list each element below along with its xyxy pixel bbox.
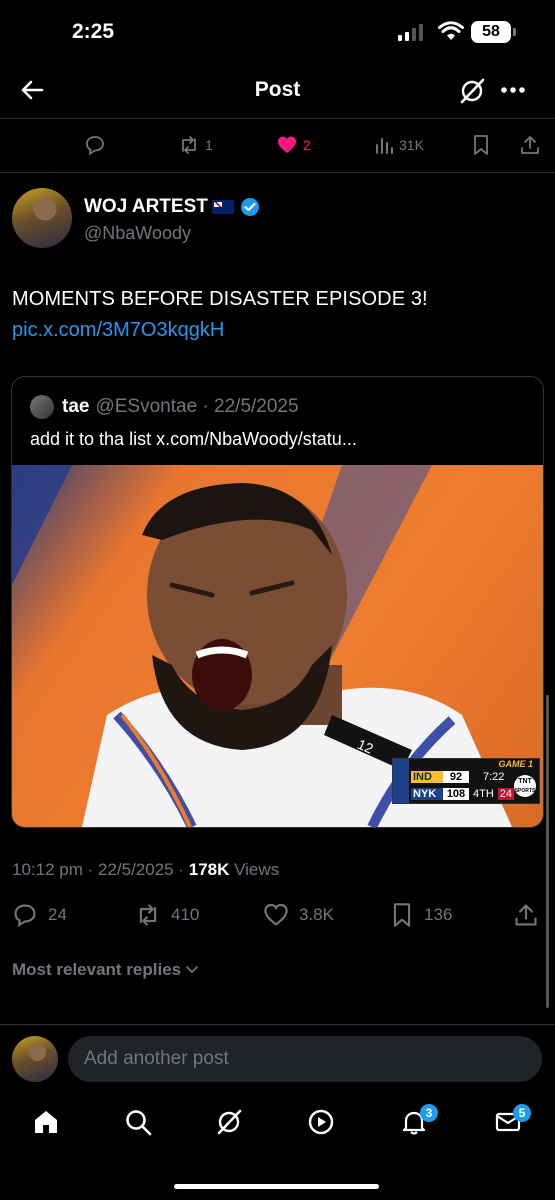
reply-button[interactable]: 24: [12, 903, 67, 928]
quoted-author-meta: @ESvontae · 22/5/2025: [95, 396, 299, 417]
post-timestamp-views: 10:12 pm · 22/5/2025 · 178K Views: [12, 860, 279, 880]
author-handle[interactable]: @NbaWoody: [84, 223, 191, 244]
post-media-link[interactable]: pic.x.com/3M7O3kqgkH: [12, 319, 224, 342]
reply-count: 24: [48, 905, 67, 924]
parent-like-button[interactable]: 2: [276, 133, 311, 157]
team2-name: NYK: [411, 788, 443, 800]
heart-filled-icon: [278, 136, 296, 153]
search-icon[interactable]: [124, 1108, 152, 1136]
scorebug: GAME 1 IND 92 7:22 NYK 108 4TH 24 TNT SPO…: [392, 758, 540, 804]
reply-divider: [0, 1024, 555, 1025]
author-name: WOJ ARTEST: [84, 196, 208, 217]
game-quarter: 4TH: [473, 788, 494, 800]
parent-reply-button[interactable]: [84, 133, 106, 157]
more-options-icon[interactable]: [500, 86, 526, 94]
replies-sort-label: Most relevant replies: [12, 960, 182, 979]
author-avatar[interactable]: [12, 188, 72, 248]
tnt-logo: TNT SPORTS: [514, 775, 536, 797]
like-count: 3.8K: [299, 905, 334, 924]
team1-name: IND: [411, 771, 443, 783]
bookmark-icon: [474, 135, 488, 155]
quoted-post-header: tae @ESvontae · 22/5/2025: [30, 395, 299, 419]
quoted-post-image[interactable]: 12 GAME 1 IND 92 7:22 NYK 108 4TH 24 TNT…: [12, 465, 543, 827]
battery-cap: [513, 28, 516, 36]
messages-badge: 5: [513, 1104, 531, 1122]
home-indicator: [174, 1184, 379, 1189]
views-label: Views: [234, 860, 280, 879]
share-button[interactable]: [514, 903, 538, 927]
reply-icon: [86, 136, 104, 156]
bookmark-button[interactable]: 136: [390, 903, 452, 927]
grok-icon[interactable]: [215, 1108, 243, 1136]
australia-flag-icon: [211, 200, 234, 214]
wifi-icon: [438, 21, 464, 40]
bookmark-icon: [393, 903, 411, 927]
video-play-icon[interactable]: [307, 1108, 335, 1136]
share-icon: [521, 136, 539, 154]
chevron-down-icon: [186, 966, 199, 974]
author-name-row[interactable]: WOJ ARTEST: [84, 196, 260, 218]
header-divider: [0, 118, 555, 119]
verified-badge-icon: [240, 198, 259, 216]
repost-count: 410: [171, 905, 200, 924]
quoted-author-name: tae: [62, 396, 90, 417]
heart-outline-icon: [264, 903, 288, 926]
shot-clock: 24: [497, 788, 515, 800]
post-timestamp: 10:12 pm · 22/5/2025 ·: [12, 860, 185, 879]
parent-views-button[interactable]: 31K: [374, 133, 424, 157]
scorebug-game: GAME 1: [498, 759, 533, 769]
like-button[interactable]: 3.8K: [263, 903, 334, 927]
parent-repost-count: 1: [205, 137, 213, 153]
battery-level: 58: [471, 21, 511, 43]
parent-bookmark-button[interactable]: [471, 133, 491, 157]
grok-icon[interactable]: [458, 77, 486, 105]
nba-logo-icon: [393, 759, 409, 803]
post-text: MOMENTS BEFORE DISASTER EPISODE 3!: [12, 288, 428, 310]
replies-sort-dropdown[interactable]: Most relevant replies: [12, 960, 200, 980]
notifications-badge: 3: [420, 1104, 438, 1122]
parent-views-count: 31K: [399, 137, 424, 153]
parent-like-count: 2: [303, 137, 311, 153]
reply-input[interactable]: Add another post: [68, 1036, 542, 1082]
parent-share-button[interactable]: [520, 133, 540, 157]
share-icon: [515, 904, 537, 926]
views-count: 178K: [188, 860, 230, 879]
parent-repost-button[interactable]: 1: [178, 133, 213, 157]
reply-icon: [14, 904, 36, 928]
team1-score: 92: [443, 771, 469, 783]
repost-icon: [182, 136, 196, 154]
bookmark-count: 136: [424, 905, 453, 924]
repost-button[interactable]: 410: [135, 903, 199, 927]
team2-score: 108: [443, 788, 469, 800]
quoted-post-text: add it to tha list x.com/NbaWoody/statu.…: [30, 429, 357, 449]
game-clock: 7:22: [483, 771, 505, 783]
scrollbar[interactable]: [546, 695, 549, 1008]
quoted-author-avatar: [30, 395, 54, 419]
user-avatar[interactable]: [12, 1036, 58, 1082]
home-icon[interactable]: [32, 1108, 60, 1136]
cellular-signal-icon: [398, 24, 423, 41]
quoted-post-card[interactable]: tae @ESvontae · 22/5/2025 add it to tha …: [11, 376, 544, 828]
views-chart-icon: [376, 138, 393, 154]
status-time: 2:25: [72, 20, 115, 43]
repost-icon: [139, 904, 157, 926]
parent-divider: [0, 172, 555, 173]
